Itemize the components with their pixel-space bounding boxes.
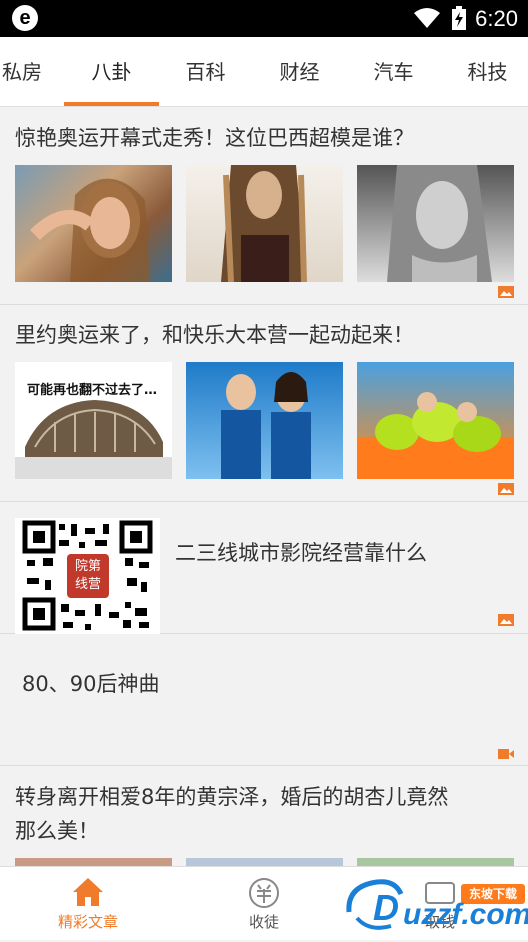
app-notification-icon: e: [12, 5, 38, 31]
tab-sifang[interactable]: 私房: [0, 37, 52, 107]
nav-label: 精彩文章: [57, 913, 118, 931]
home-icon: [73, 878, 103, 906]
site-watermark-logo: D uzzf.com 东坡下载: [343, 874, 528, 938]
article-feed[interactable]: 惊艳奥运开幕式走秀！这位巴西超模是谁？ 里约奥运来了，和快乐大本营一起动起来！ …: [0, 108, 528, 866]
image-type-icon: [498, 614, 514, 626]
article-card[interactable]: 80、90后神曲: [0, 634, 528, 766]
article-title[interactable]: 二三线城市影院经营靠什么: [175, 536, 427, 570]
article-card[interactable]: 惊艳奥运开幕式走秀！这位巴西超模是谁？: [0, 108, 528, 305]
article-thumbnail[interactable]: 院第线营: [15, 518, 160, 634]
battery-charging-icon: [452, 6, 466, 30]
tab-keji[interactable]: 科技: [440, 37, 528, 107]
article-title[interactable]: 80、90后神曲: [22, 667, 159, 701]
tab-qiche[interactable]: 汽车: [346, 37, 441, 107]
article-thumbnail[interactable]: [357, 165, 514, 282]
article-card[interactable]: 转身离开相爱8年的黄宗泽，婚后的胡杏儿竟然 那么美！: [0, 766, 528, 866]
model-photo: [387, 165, 492, 282]
image-type-icon: [498, 286, 514, 298]
model-photo: [30, 178, 150, 282]
nav-featured-articles[interactable]: 精彩文章: [30, 867, 146, 941]
article-thumbnail[interactable]: [357, 362, 514, 479]
active-tab-indicator: [64, 102, 159, 106]
nav-label: 收徒: [248, 913, 279, 931]
yang-coin-icon: [249, 878, 279, 908]
video-type-icon: [498, 749, 514, 759]
article-thumbnail[interactable]: [186, 362, 343, 479]
tv-show-photo: [357, 392, 514, 479]
wifi-icon: [414, 8, 440, 28]
svg-text:D: D: [373, 887, 399, 928]
article-card[interactable]: 里约奥运来了，和快乐大本营一起动起来！ 可能再也翻不过去了…: [0, 305, 528, 502]
nav-recruit[interactable]: 收徒: [206, 867, 322, 941]
article-thumbnail[interactable]: [15, 858, 172, 866]
article-title[interactable]: 里约奥运来了，和快乐大本营一起动起来！: [15, 318, 414, 352]
article-card[interactable]: 院第线营 二三线城市影院经营靠什么: [0, 502, 528, 634]
category-tabs: 私房 八卦 百科 财经 汽车 科技: [0, 37, 528, 107]
qr-stamp-text: 院第线营: [74, 559, 101, 592]
tab-caijing[interactable]: 财经: [252, 37, 347, 107]
clock: 6:20: [475, 6, 518, 31]
article-thumbnail[interactable]: [186, 858, 343, 866]
article-title[interactable]: 转身离开相爱8年的黄宗泽，婚后的胡杏儿竟然: [15, 780, 448, 814]
thumbnail-caption: 可能再也翻不过去了…: [27, 383, 158, 398]
image-type-icon: [498, 483, 514, 495]
watermark-badge: 东坡下载: [468, 887, 517, 901]
article-thumbnail[interactable]: 可能再也翻不过去了…: [15, 362, 172, 479]
article-thumbnail[interactable]: [357, 858, 514, 866]
article-thumbnail[interactable]: [186, 165, 343, 282]
model-photo: [221, 165, 307, 282]
tv-show-photo: [221, 372, 311, 479]
article-title-continued[interactable]: 那么美！: [15, 814, 99, 848]
article-thumbnail[interactable]: [15, 165, 172, 282]
tab-baike[interactable]: 百科: [158, 37, 253, 107]
tab-bagua[interactable]: 八卦: [64, 37, 159, 107]
status-bar: e 6:20: [0, 0, 528, 37]
article-title[interactable]: 惊艳奥运开幕式走秀！这位巴西超模是谁？: [15, 121, 414, 155]
watermark-text: uzzf.com: [403, 898, 528, 931]
